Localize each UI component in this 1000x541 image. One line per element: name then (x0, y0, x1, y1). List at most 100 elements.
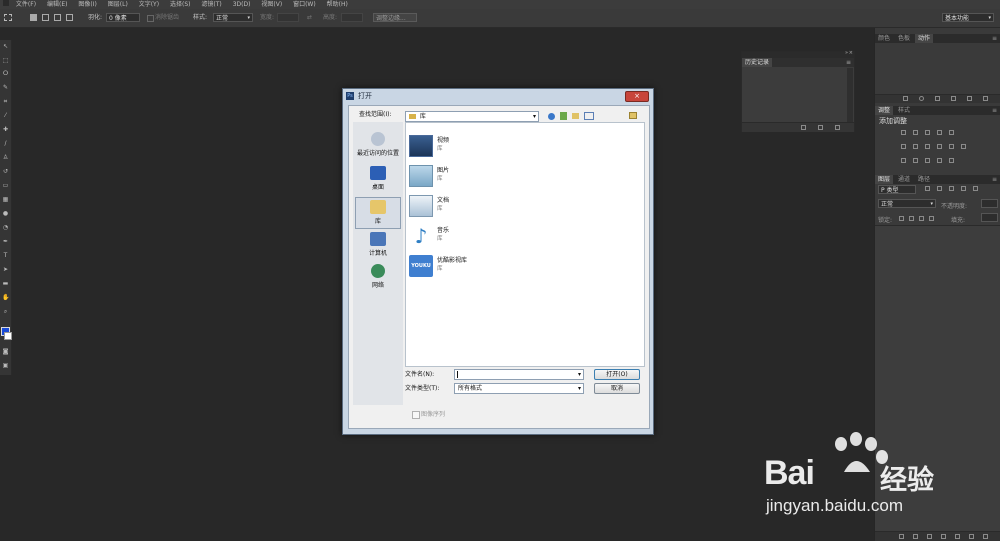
exposure-icon[interactable] (937, 130, 942, 135)
channel-mixer-icon[interactable] (949, 144, 954, 149)
shape-tool-icon[interactable]: ▬ (2, 280, 9, 287)
panel-menu-icon[interactable]: ≡ (989, 34, 1000, 43)
lock-transparent-icon[interactable] (899, 216, 904, 221)
history-scrollbar[interactable] (847, 68, 853, 122)
panel-menu-icon[interactable]: ≡ (989, 175, 1000, 184)
tab-color[interactable]: 颜色 (875, 34, 893, 43)
selective-color-icon[interactable] (949, 158, 954, 163)
tab-swatches[interactable]: 色板 (895, 34, 913, 43)
eraser-tool-icon[interactable]: ▭ (2, 182, 9, 189)
dialog-titlebar[interactable]: Ps 打开 × (343, 89, 653, 103)
snapshot-icon[interactable] (818, 125, 823, 130)
lock-position-icon[interactable] (919, 216, 924, 221)
height-input[interactable] (341, 13, 363, 22)
new-group-icon[interactable] (955, 534, 960, 539)
brush-tool-icon[interactable]: / (2, 140, 9, 147)
trash-icon[interactable] (983, 534, 988, 539)
folder-icon[interactable] (629, 112, 637, 119)
list-item-documents[interactable]: 文档 库 (408, 193, 528, 221)
workspace-select[interactable]: 基本功能 ▾ (942, 13, 994, 22)
color-lookup-icon[interactable] (961, 144, 966, 149)
blur-tool-icon[interactable]: ● (2, 210, 9, 217)
open-button[interactable]: 打开(O) (594, 369, 640, 380)
blend-mode-select[interactable]: 正常 ▾ (878, 199, 936, 208)
width-input[interactable] (277, 13, 299, 22)
marquee-tool-icon[interactable]: ⬚ (2, 57, 9, 64)
tab-layers[interactable]: 图层 (875, 175, 894, 184)
black-white-icon[interactable] (925, 144, 930, 149)
color-balance-icon[interactable] (913, 144, 918, 149)
antialias-checkbox[interactable] (147, 15, 154, 22)
path-select-tool-icon[interactable]: ➤ (2, 266, 9, 273)
list-item-videos[interactable]: 视频 库 (408, 133, 528, 161)
place-computer[interactable]: 计算机 (355, 230, 401, 262)
close-icon[interactable]: × (849, 50, 853, 56)
filename-input[interactable]: ▾ (454, 369, 584, 380)
filetype-select[interactable]: 所有格式 ▾ (454, 383, 584, 394)
swap-icon[interactable]: ⇄ (307, 13, 312, 23)
feather-input[interactable]: 0 像素 (106, 13, 140, 22)
healing-tool-icon[interactable]: ✚ (2, 126, 9, 133)
style-select[interactable]: 正常 ▾ (213, 13, 253, 22)
zoom-tool-icon[interactable]: ⌕ (2, 308, 9, 315)
new-document-icon[interactable] (801, 125, 806, 130)
new-folder-icon[interactable] (572, 113, 579, 119)
place-library[interactable]: 库 (355, 197, 401, 229)
gradient-map-icon[interactable] (937, 158, 942, 163)
adjustment-filter-icon[interactable] (937, 186, 942, 191)
new-adjustment-layer-icon[interactable] (941, 534, 946, 539)
view-menu-icon[interactable] (584, 112, 594, 120)
place-network[interactable]: 网络 (355, 262, 401, 294)
stop-icon[interactable] (903, 96, 908, 101)
place-recent[interactable]: 最近访问的位置 (355, 130, 401, 160)
refine-edge-button[interactable]: 调整边缘... (373, 13, 417, 22)
pen-tool-icon[interactable]: ✒ (2, 238, 9, 245)
marquee-tool-icon[interactable] (4, 14, 12, 21)
invert-icon[interactable] (901, 158, 906, 163)
dodge-tool-icon[interactable]: ◔ (2, 224, 9, 231)
link-layers-icon[interactable] (899, 534, 904, 539)
collapse-icon[interactable]: » (845, 50, 848, 56)
look-in-select[interactable]: 库 ▾ (405, 111, 539, 122)
screen-mode-icon[interactable]: ▣ (2, 362, 9, 369)
quick-mask-icon[interactable]: ◙ (2, 348, 9, 355)
layer-style-icon[interactable] (913, 534, 918, 539)
trash-icon[interactable] (835, 125, 840, 130)
quick-select-tool-icon[interactable]: ✎ (2, 84, 9, 91)
crop-tool-icon[interactable]: ⌗ (2, 98, 9, 105)
add-mask-icon[interactable] (927, 534, 932, 539)
place-desktop[interactable]: 桌面 (355, 164, 401, 196)
menu-type[interactable]: 文字(Y) (139, 1, 159, 8)
new-action-icon[interactable] (967, 96, 972, 101)
menu-help[interactable]: 帮助(H) (327, 1, 348, 8)
menu-filter[interactable]: 滤镜(T) (201, 1, 221, 8)
hue-saturation-icon[interactable] (901, 144, 906, 149)
list-item-music[interactable]: ♪ 音乐 库 (408, 223, 528, 251)
close-button[interactable]: × (625, 91, 649, 102)
lasso-tool-icon[interactable]: ⵔ (2, 70, 9, 77)
levels-icon[interactable] (913, 130, 918, 135)
back-icon[interactable] (548, 113, 555, 120)
tab-history[interactable]: 历史记录 (742, 58, 773, 67)
tab-actions[interactable]: 动作 (915, 34, 934, 43)
type-tool-icon[interactable]: T (2, 252, 9, 259)
intersect-selection-icon[interactable] (66, 14, 73, 21)
new-selection-icon[interactable] (30, 14, 37, 21)
vibrance-icon[interactable] (949, 130, 954, 135)
menu-view[interactable]: 视图(V) (261, 1, 282, 8)
stamp-tool-icon[interactable]: ♙ (2, 154, 9, 161)
type-filter-icon[interactable] (949, 186, 954, 191)
add-selection-icon[interactable] (42, 14, 49, 21)
new-layer-icon[interactable] (969, 534, 974, 539)
threshold-icon[interactable] (925, 158, 930, 163)
image-sequence-checkbox[interactable] (412, 411, 420, 419)
tab-adjustments[interactable]: 调整 (875, 106, 894, 115)
menu-image[interactable]: 图像(I) (78, 1, 96, 8)
trash-icon[interactable] (983, 96, 988, 101)
smart-object-filter-icon[interactable] (973, 186, 978, 191)
pixel-filter-icon[interactable] (925, 186, 930, 191)
fill-input[interactable] (981, 213, 998, 222)
layer-kind-filter[interactable]: P 类型 (878, 185, 916, 194)
move-tool-icon[interactable]: ↖ (2, 43, 9, 50)
lock-image-icon[interactable] (909, 216, 914, 221)
